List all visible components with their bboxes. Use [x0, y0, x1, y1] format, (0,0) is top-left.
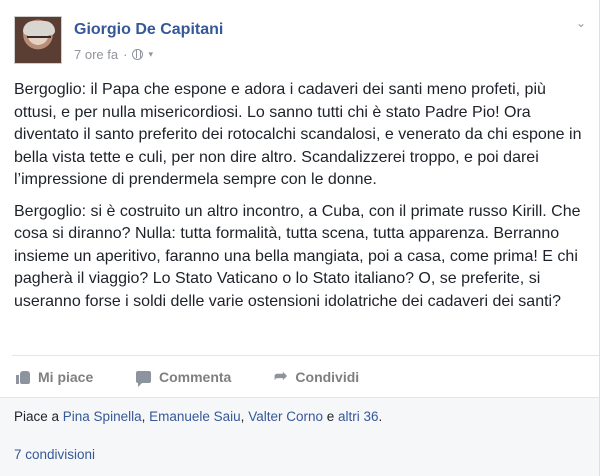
liker-link[interactable]: Emanuele Saiu: [149, 409, 241, 424]
avatar[interactable]: [14, 16, 62, 64]
share-label: Condividi: [295, 369, 360, 385]
globe-icon[interactable]: [132, 49, 144, 60]
shares-summary: 7 condivisioni: [0, 436, 599, 476]
caret-down-icon[interactable]: ▾: [148, 49, 153, 60]
post-time[interactable]: 7 ore fa: [74, 47, 118, 62]
likes-conj: e: [322, 409, 338, 424]
likes-summary: Piace a Pina Spinella, Emanuele Saiu, Va…: [0, 397, 599, 437]
post-header: Giorgio De Capitani 7 ore fa · ▾ ⌄: [14, 16, 594, 66]
share-button[interactable]: ➦ Condividi: [274, 367, 359, 387]
likes-end: .: [378, 409, 383, 424]
likes-prefix: Piace a: [14, 409, 63, 424]
thumbs-up-icon: [16, 370, 30, 384]
comment-button[interactable]: Commenta: [136, 367, 274, 387]
liker-link[interactable]: Pina Spinella: [63, 409, 142, 424]
meta-separator: ·: [123, 47, 128, 62]
post-paragraph: Bergoglio: si è costruito un altro incon…: [14, 202, 581, 310]
action-bar: Mi piace Commenta ➦ Condividi: [16, 367, 359, 387]
post-card: Giorgio De Capitani 7 ore fa · ▾ ⌄ Bergo…: [0, 0, 600, 476]
liker-link[interactable]: Valter Corno: [248, 409, 323, 424]
avatar-glasses: [27, 36, 51, 44]
likes-sep: ,: [141, 409, 150, 424]
post-body: Bergoglio: il Papa che espone e adora i …: [14, 79, 592, 322]
post-paragraph: Bergoglio: il Papa che espone e adora i …: [14, 81, 582, 188]
chevron-down-icon[interactable]: ⌄: [576, 16, 586, 30]
post-meta: 7 ore fa · ▾: [74, 47, 153, 62]
likes-text: Piace a Pina Spinella, Emanuele Saiu, Va…: [14, 409, 382, 424]
others-link[interactable]: altri 36: [338, 409, 379, 424]
share-icon: ➦: [274, 368, 288, 385]
like-label: Mi piace: [38, 369, 94, 385]
author-name[interactable]: Giorgio De Capitani: [74, 21, 223, 39]
shares-link[interactable]: 7 condivisioni: [14, 447, 95, 462]
comment-label: Commenta: [159, 369, 232, 385]
like-button[interactable]: Mi piace: [16, 367, 136, 387]
comment-icon: [136, 371, 151, 387]
avatar-hair: [23, 21, 55, 35]
divider: [12, 355, 599, 356]
